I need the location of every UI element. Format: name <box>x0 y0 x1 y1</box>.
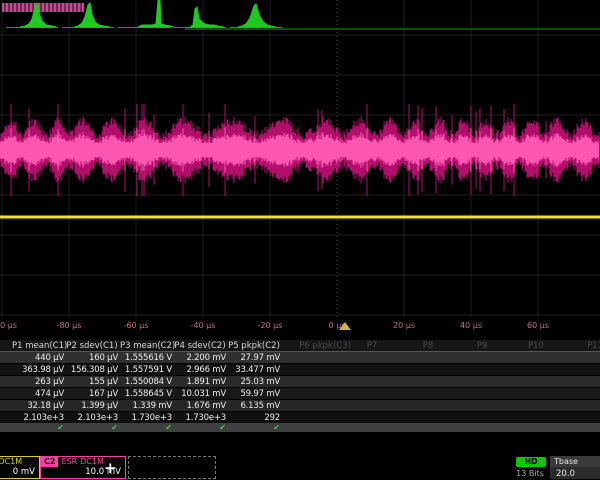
status-check-icon: ✔ <box>120 423 172 432</box>
param-value-p4-row4: 10.031 mV <box>174 389 226 399</box>
timebase-descriptor[interactable]: Tbase 20.0 <box>550 456 600 479</box>
param-header-inactive-9[interactable]: P9 <box>477 341 488 351</box>
param-histicon-p3 <box>138 0 174 27</box>
table-row: 32.18 µV1.399 µV1.339 mV1.676 mV6.135 mV <box>0 400 600 411</box>
param-header-p5[interactable]: P5 pkpk(C2) <box>228 341 280 351</box>
param-value-p3-row2: 1.557591 V <box>120 365 172 375</box>
param-value-p1-row4: 474 µV <box>12 389 64 399</box>
param-value-p4-row3: 1.891 mV <box>174 377 226 387</box>
time-axis: -100 µs-80 µs-60 µs-40 µs-20 µs0 µs20 µs… <box>0 318 600 334</box>
c2-badge: C2 <box>41 457 58 467</box>
table-row: 2.103e+32.103e+31.730e+31.730e+3292 <box>0 412 600 423</box>
time-axis-label-6: 20 µs <box>393 321 415 330</box>
param-value-p4-row6: 1.730e+3 <box>174 413 226 423</box>
param-value-p3-row6: 1.730e+3 <box>120 413 172 423</box>
param-value-p5-row1: 27.97 mV <box>228 353 280 363</box>
param-value-p3-row1: 1.555616 V <box>120 353 172 363</box>
parameter-histicons <box>0 0 600 32</box>
param-value-p3-row5: 1.339 mV <box>120 401 172 411</box>
param-value-p2-row4: 167 µV <box>66 389 118 399</box>
param-value-p5-row5: 6.135 mV <box>228 401 280 411</box>
param-header-inactive-6[interactable]: P6 pkpk(C3) <box>299 341 351 351</box>
timebase-value: 20.0 <box>550 467 600 479</box>
param-value-p4-row1: 2.200 mV <box>174 353 226 363</box>
param-histicon-p5 <box>238 4 276 27</box>
waveform-grid <box>0 0 600 318</box>
param-value-p2-row6: 2.103e+3 <box>66 413 118 423</box>
param-value-p5-row2: 33.477 mV <box>228 365 280 375</box>
param-header-p1[interactable]: P1 mean(C1) <box>12 341 64 351</box>
status-check-band: ✔✔✔✔✔ <box>0 423 600 432</box>
param-value-p1-row2: 363.98 µV <box>12 365 64 375</box>
param-header-p2[interactable]: P2 sdev(C1) <box>66 341 118 351</box>
time-axis-label-4: -20 µs <box>258 321 283 330</box>
param-value-p4-row5: 1.676 mV <box>174 401 226 411</box>
bottom-bar: C1DC1M 0 mV C2ESRDC1M 10.0 mV HD 13 Bits… <box>0 455 600 480</box>
param-value-p2-row2: 156.308 µV <box>66 365 118 375</box>
time-axis-label-8: 60 µs <box>527 321 549 330</box>
param-histicon-p4 <box>190 7 224 27</box>
time-axis-label-0: -100 µs <box>0 321 17 330</box>
param-header-p4[interactable]: P4 sdev(C2) <box>174 341 226 351</box>
param-header-p3[interactable]: P3 mean(C2) <box>120 341 172 351</box>
c2-scale: 10.0 mV <box>41 467 125 477</box>
param-header-inactive-7[interactable]: P7 <box>367 341 378 351</box>
status-check-icon: ✔ <box>66 423 118 432</box>
param-histicon-p2 <box>74 3 110 27</box>
oscilloscope-screen: -100 µs-80 µs-60 µs-40 µs-20 µs0 µs20 µs… <box>0 0 600 480</box>
c1-scale: 0 mV <box>0 467 39 477</box>
param-value-p4-row2: 2.966 mV <box>174 365 226 375</box>
resolution-bits-label: 13 Bits <box>505 469 555 478</box>
table-row: 440 µV160 µV1.555616 V2.200 mV27.97 mV <box>0 352 600 363</box>
param-value-p1-row1: 440 µV <box>12 353 64 363</box>
param-value-p1-row3: 263 µV <box>12 377 64 387</box>
param-value-p2-row3: 155 µV <box>66 377 118 387</box>
param-histicon-p1 <box>20 3 56 27</box>
status-check-icon: ✔ <box>12 423 64 432</box>
table-row: 474 µV167 µV1.558645 V10.031 mV59.97 mV <box>0 388 600 399</box>
param-header-inactive-8[interactable]: P8 <box>423 341 434 351</box>
status-check-icon: ✔ <box>174 423 226 432</box>
param-value-p3-row3: 1.550084 V <box>120 377 172 387</box>
param-header-inactive-10[interactable]: P10 <box>528 341 544 351</box>
time-axis-label-7: 40 µs <box>460 321 482 330</box>
channel-c2-descriptor[interactable]: C2ESRDC1M 10.0 mV <box>40 456 126 479</box>
status-check-icon: ✔ <box>228 423 280 432</box>
table-row: 263 µV155 µV1.550084 V1.891 mV25.03 mV <box>0 376 600 387</box>
param-value-p3-row4: 1.558645 V <box>120 389 172 399</box>
c2-coupling: DC1M <box>80 457 104 466</box>
table-row: 363.98 µV156.308 µV1.557591 V2.966 mV33.… <box>0 364 600 375</box>
time-axis-label-3: -40 µs <box>191 321 216 330</box>
timebase-title: Tbase <box>550 456 600 467</box>
param-header-band: P1 mean(C1)P2 sdev(C1)P3 mean(C2)P4 sdev… <box>0 340 600 352</box>
param-value-p2-row1: 160 µV <box>66 353 118 363</box>
c2-eres-tag: ESR <box>61 457 77 466</box>
param-value-p2-row5: 1.399 µV <box>66 401 118 411</box>
time-axis-label-2: -60 µs <box>124 321 149 330</box>
param-value-p5-row6: 292 <box>228 413 280 423</box>
trigger-position-marker[interactable] <box>339 322 351 330</box>
param-value-p1-row6: 2.103e+3 <box>12 413 64 423</box>
channel-c1-descriptor[interactable]: C1DC1M 0 mV <box>0 456 40 479</box>
param-value-p5-row4: 59.97 mV <box>228 389 280 399</box>
time-axis-label-1: -80 µs <box>57 321 82 330</box>
add-trace-box[interactable] <box>128 456 216 479</box>
param-header-inactive-11[interactable]: P11 <box>587 341 600 351</box>
c1-trace-glow <box>0 215 600 220</box>
param-value-p1-row5: 32.18 µV <box>12 401 64 411</box>
hd-mode-badge[interactable]: HD <box>516 457 546 467</box>
c1-coupling: DC1M <box>0 457 22 466</box>
param-value-p5-row3: 25.03 mV <box>228 377 280 387</box>
